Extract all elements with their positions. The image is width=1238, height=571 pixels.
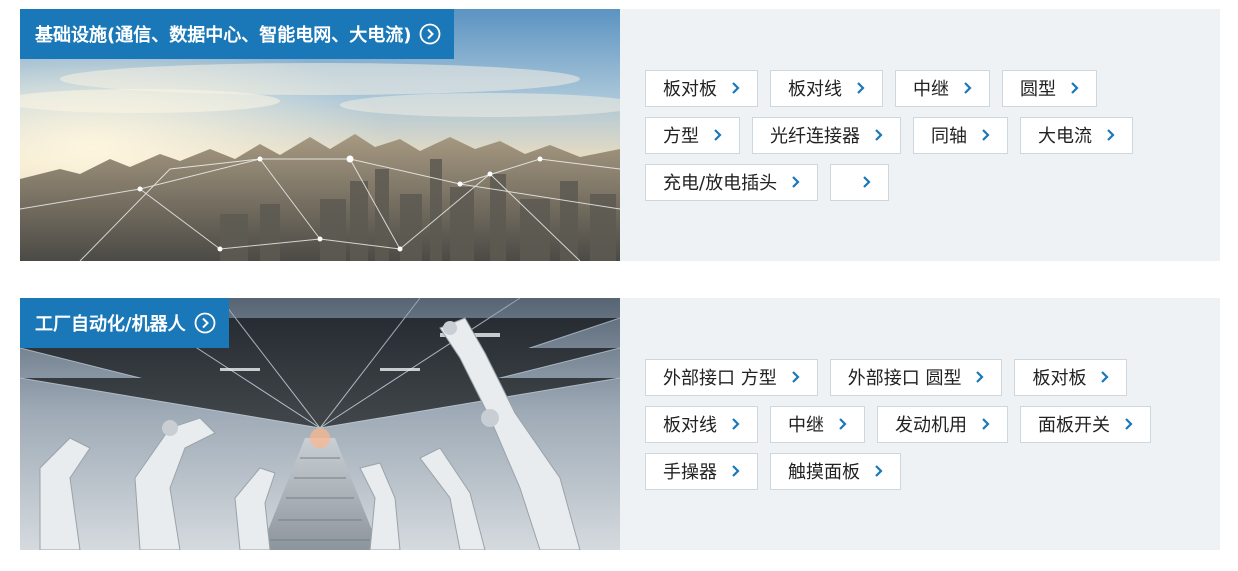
chevron-right-icon <box>732 465 740 477</box>
robot-factory-banner[interactable]: 工厂自动化/机器人 <box>20 298 620 550</box>
chevron-right-icon <box>1101 371 1110 383</box>
tag-button[interactable]: 光纤连接器 <box>752 116 901 154</box>
tag-label: 板对板 <box>663 79 717 100</box>
tag-label: 面板开关 <box>1038 415 1110 436</box>
tag-label: 外部接口 方型 <box>663 368 777 389</box>
chevron-right-icon <box>964 82 972 94</box>
tag-label: 发动机用 <box>895 415 967 436</box>
chevron-right-icon <box>792 176 800 188</box>
tag-button[interactable]: 中继 <box>895 69 990 107</box>
tag-list: 板对板 板对线 中继 圆型 方型 光纤连接器 同轴 大电流 充电/放电插头 <box>620 9 1220 261</box>
tag-button[interactable]: 手操器 <box>645 452 758 490</box>
tag-label: 触摸面板 <box>788 462 860 483</box>
city-network-banner[interactable]: 基础设施(通信、数据中心、智能电网、大电流) <box>20 9 620 261</box>
chevron-right-icon <box>791 371 800 383</box>
chevron-right-icon <box>732 82 740 94</box>
tag-button[interactable]: 板对线 <box>770 69 883 107</box>
tag-label: 同轴 <box>931 126 967 147</box>
circle-arrow-right-icon[interactable] <box>194 312 216 334</box>
tag-button[interactable]: 板对板 <box>1014 358 1128 396</box>
tag-button[interactable]: 中继 <box>770 405 865 443</box>
tag-label: 方型 <box>663 126 699 147</box>
tag-label: 板对线 <box>663 415 717 436</box>
section-title-label[interactable]: 工厂自动化/机器人 <box>20 298 229 348</box>
tag-button[interactable]: 板对线 <box>645 405 758 443</box>
tag-label: 板对线 <box>788 79 842 100</box>
chevron-right-icon <box>732 418 740 430</box>
chevron-right-icon <box>1071 82 1079 94</box>
tag-label: 中继 <box>788 415 824 436</box>
chevron-right-icon <box>714 129 722 141</box>
tag-button[interactable]: 发动机用 <box>877 405 1008 443</box>
tag-label: 外部接口 圆型 <box>847 368 962 389</box>
category-section-factory-automation: 工厂自动化/机器人 外部接口 方型 外部接口 圆型 板对板 板对线 中继 发动机… <box>20 298 1220 550</box>
chevron-right-icon <box>863 176 871 188</box>
tag-list: 外部接口 方型 外部接口 圆型 板对板 板对线 中继 发动机用 面板开关 手操器… <box>620 298 1220 550</box>
chevron-right-icon <box>1125 418 1133 430</box>
chevron-right-icon <box>875 465 883 477</box>
section-title[interactable]: 基础设施(通信、数据中心、智能电网、大电流) <box>35 21 411 47</box>
tag-button[interactable]: 圆型 <box>1002 69 1097 107</box>
tag-button[interactable]: 方型 <box>645 116 740 154</box>
tag-button[interactable]: 充电/放电插头 <box>645 163 819 201</box>
tag-button[interactable]: 同轴 <box>913 116 1008 154</box>
tag-button[interactable]: 外部接口 方型 <box>645 358 818 396</box>
tag-button[interactable]: 外部接口 圆型 <box>829 358 1003 396</box>
tag-label: 中继 <box>913 79 949 100</box>
tag-button[interactable]: 面板开关 <box>1020 405 1151 443</box>
tag-label: 充电/放电插头 <box>663 173 778 194</box>
tag-button[interactable]: 板对板 <box>645 69 758 107</box>
section-title[interactable]: 工厂自动化/机器人 <box>35 310 186 336</box>
chevron-right-icon <box>1107 129 1115 141</box>
tag-label: 手操器 <box>663 462 717 483</box>
chevron-right-icon <box>857 82 865 94</box>
chevron-right-icon <box>982 129 990 141</box>
chevron-right-icon <box>982 418 990 430</box>
tag-button[interactable] <box>830 163 890 201</box>
circle-arrow-right-icon[interactable] <box>419 23 441 45</box>
tag-label: 光纤连接器 <box>770 126 860 147</box>
chevron-right-icon <box>839 418 847 430</box>
tag-label: 大电流 <box>1038 126 1092 147</box>
tag-button[interactable]: 触摸面板 <box>770 452 901 490</box>
chevron-right-icon <box>875 129 883 141</box>
section-title-label[interactable]: 基础设施(通信、数据中心、智能电网、大电流) <box>20 9 455 59</box>
tag-button[interactable]: 大电流 <box>1020 116 1133 154</box>
category-section-infrastructure: 基础设施(通信、数据中心、智能电网、大电流) 板对板 板对线 中继 圆型 方型 … <box>20 9 1220 261</box>
tag-label: 圆型 <box>1020 79 1056 100</box>
chevron-right-icon <box>976 371 985 383</box>
tag-label: 板对板 <box>1032 368 1087 389</box>
